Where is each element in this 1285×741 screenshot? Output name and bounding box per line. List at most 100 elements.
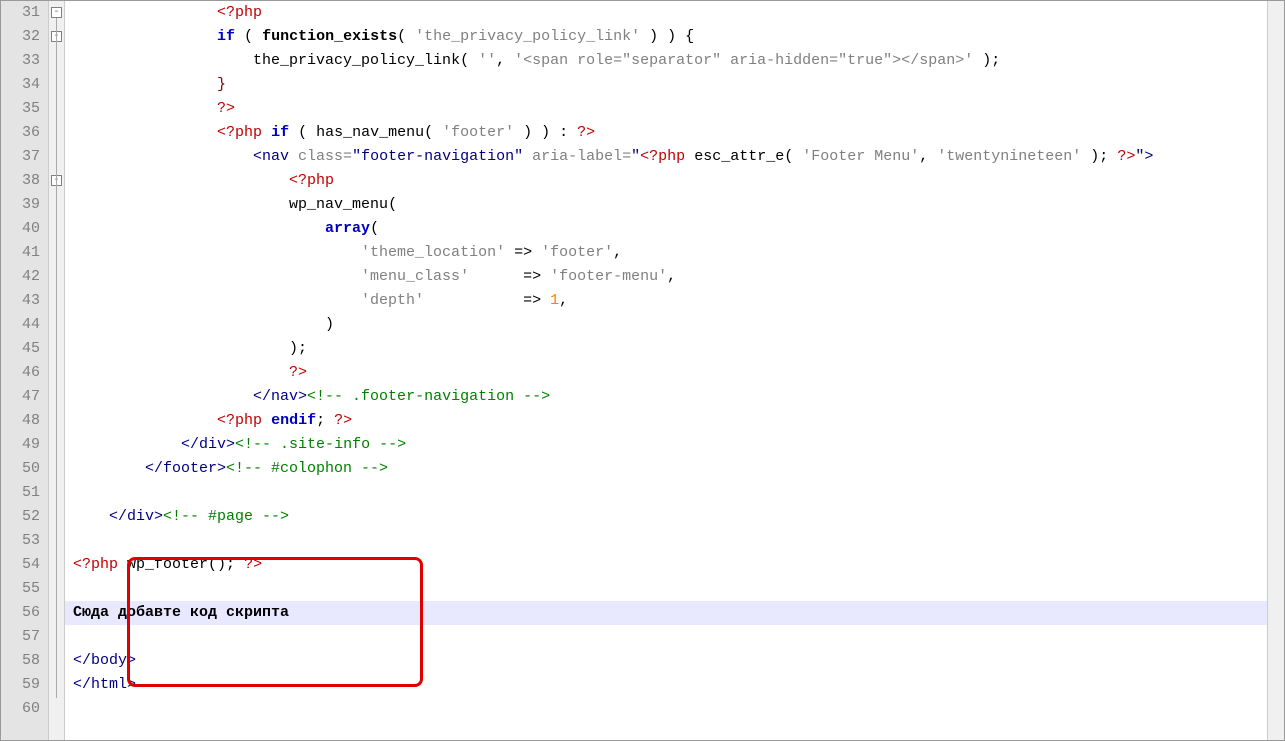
code-line[interactable]: <?php wp_footer(); ?> — [65, 553, 1267, 577]
line-number: 54 — [1, 553, 40, 577]
number: 1 — [550, 292, 559, 309]
indent — [73, 388, 253, 405]
code-line[interactable]: ); — [65, 337, 1267, 361]
indent — [73, 76, 217, 93]
code-line[interactable]: <nav class="footer-navigation" aria-labe… — [65, 145, 1267, 169]
php-close-tag: ?> — [217, 100, 235, 117]
text: , — [613, 244, 622, 261]
text — [262, 412, 271, 429]
indent — [73, 412, 217, 429]
string: '' — [478, 52, 496, 69]
indent — [73, 244, 361, 261]
indent — [73, 148, 253, 165]
indent — [73, 292, 361, 309]
line-number: 38 — [1, 169, 40, 193]
text: ) ) : — [514, 124, 577, 141]
text: ; — [316, 412, 334, 429]
code-line[interactable] — [65, 577, 1267, 601]
indent — [73, 340, 289, 357]
code-line[interactable]: <?php — [65, 169, 1267, 193]
code-line[interactable]: <?php endif; ?> — [65, 409, 1267, 433]
line-number: 48 — [1, 409, 40, 433]
code-line[interactable]: 'menu_class' => 'footer-menu', — [65, 265, 1267, 289]
code-line[interactable]: </div><!-- #page --> — [65, 505, 1267, 529]
text: ); — [289, 340, 307, 357]
php-close-tag: ?> — [334, 412, 352, 429]
line-number: 56 — [1, 601, 40, 625]
indent — [73, 28, 217, 45]
line-number: 31 — [1, 1, 40, 25]
text: , — [559, 292, 568, 309]
comment: <!-- #colophon --> — [226, 460, 388, 477]
text — [469, 268, 514, 285]
code-line[interactable]: </body> — [65, 649, 1267, 673]
line-number: 41 — [1, 241, 40, 265]
line-number: 39 — [1, 193, 40, 217]
indent — [73, 124, 217, 141]
code-line[interactable]: if ( function_exists( 'the_privacy_polic… — [65, 25, 1267, 49]
text: (); — [208, 556, 244, 573]
code-line[interactable]: 'depth' => 1, — [65, 289, 1267, 313]
code-line[interactable]: </html> — [65, 673, 1267, 697]
code-line[interactable]: ) — [65, 313, 1267, 337]
line-number: 33 — [1, 49, 40, 73]
fold-line — [56, 18, 57, 698]
code-line-active[interactable]: Сюда добавте код скрипта — [65, 601, 1267, 625]
code-line[interactable] — [65, 697, 1267, 721]
string: 'footer-menu' — [550, 268, 667, 285]
string: 'footer' — [541, 244, 613, 261]
indent — [73, 508, 109, 525]
brace: } — [217, 76, 226, 93]
code-line[interactable]: </footer><!-- #colophon --> — [65, 457, 1267, 481]
text: ( — [424, 124, 442, 141]
code-area[interactable]: <?php if ( function_exists( 'the_privacy… — [65, 1, 1267, 740]
code-line[interactable]: </nav><!-- .footer-navigation --> — [65, 385, 1267, 409]
code-line[interactable] — [65, 625, 1267, 649]
text: ); — [1081, 148, 1117, 165]
attr: aria-label= — [532, 148, 631, 165]
code-line[interactable] — [65, 481, 1267, 505]
code-editor[interactable]: 31 32 33 34 35 36 37 38 39 40 41 42 43 4… — [0, 0, 1285, 741]
indent — [73, 172, 289, 189]
code-line[interactable]: ?> — [65, 97, 1267, 121]
fold-gutter: - - - — [49, 1, 65, 740]
line-number: 50 — [1, 457, 40, 481]
code-line[interactable]: ?> — [65, 361, 1267, 385]
code-line[interactable]: </div><!-- .site-info --> — [65, 433, 1267, 457]
line-number: 55 — [1, 577, 40, 601]
code-line[interactable]: <?php — [65, 1, 1267, 25]
line-number: 47 — [1, 385, 40, 409]
php-open-tag: <?php — [289, 172, 334, 189]
line-number-gutter: 31 32 33 34 35 36 37 38 39 40 41 42 43 4… — [1, 1, 49, 740]
line-number: 35 — [1, 97, 40, 121]
text: ) — [325, 316, 334, 333]
code-line[interactable]: array( — [65, 217, 1267, 241]
code-line[interactable]: wp_nav_menu( — [65, 193, 1267, 217]
code-line[interactable]: 'theme_location' => 'footer', — [65, 241, 1267, 265]
fold-toggle[interactable]: - — [51, 7, 62, 18]
code-line[interactable]: the_privacy_policy_link( '', '<span role… — [65, 49, 1267, 73]
code-line[interactable]: } — [65, 73, 1267, 97]
indent — [73, 268, 361, 285]
function-name: wp_nav_menu — [289, 196, 388, 213]
indent — [73, 364, 289, 381]
line-number: 37 — [1, 145, 40, 169]
text: "> — [1135, 148, 1153, 165]
php-open-tag: <?php — [217, 124, 262, 141]
attr: class= — [298, 148, 352, 165]
html-tag: </div> — [181, 436, 235, 453]
vertical-scrollbar[interactable] — [1267, 1, 1284, 740]
indent — [73, 196, 289, 213]
text: ( — [289, 124, 316, 141]
function-name: function_exists — [262, 28, 397, 45]
function-name: esc_attr_e — [694, 148, 784, 165]
string: '<span role="separator" aria-hidden="tru… — [514, 52, 973, 69]
html-tag: <nav — [253, 148, 298, 165]
code-line[interactable]: <?php if ( has_nav_menu( 'footer' ) ) : … — [65, 121, 1267, 145]
indent — [73, 316, 325, 333]
line-number: 42 — [1, 265, 40, 289]
text: => — [505, 244, 541, 261]
php-close-tag: ?> — [289, 364, 307, 381]
php-close-tag: ?> — [244, 556, 262, 573]
code-line[interactable] — [65, 529, 1267, 553]
